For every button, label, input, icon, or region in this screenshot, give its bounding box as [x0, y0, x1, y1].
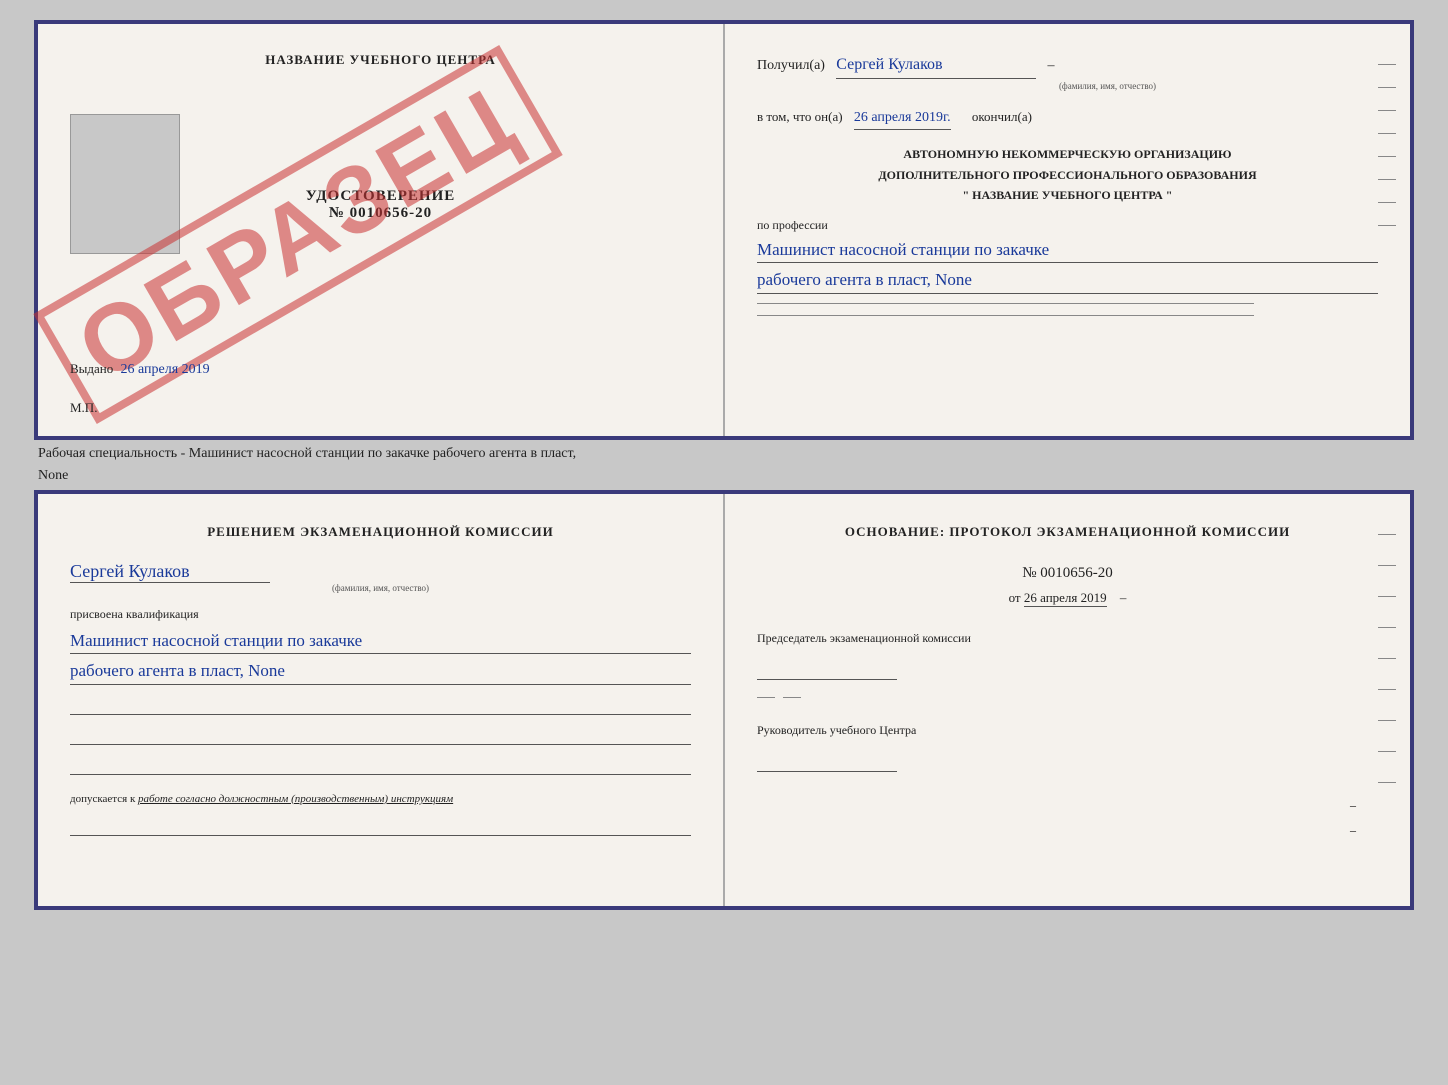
- profession-line1: Машинист насосной станции по закачке: [757, 237, 1378, 264]
- dopusk-text: допускается к работе согласно должностны…: [70, 791, 691, 806]
- top-certificate-spread: НАЗВАНИЕ УЧЕБНОГО ЦЕНТРА ОБРАЗЕЦ УДОСТОВ…: [34, 20, 1414, 440]
- mp-label: М.П.: [70, 400, 97, 416]
- predsedatel-sign-line: [757, 652, 897, 680]
- rukovoditel-sign-line: [757, 744, 897, 772]
- bottom-right-num: № 0010656-20: [757, 565, 1378, 582]
- photo-placeholder: [70, 114, 180, 254]
- predsedatel-label: Председатель экзаменационной комиссии: [757, 628, 1378, 648]
- date-prefix: от: [1009, 590, 1021, 605]
- dash-group-1: [757, 691, 1378, 698]
- cert-bottom-right-panel: Основание: протокол экзаменационной коми…: [725, 494, 1410, 906]
- profession-label: по профессии: [757, 218, 1378, 233]
- bottom-name: Сергей Кулаков: [70, 561, 270, 583]
- fam-label-top: (фамилия, имя, отчество): [837, 79, 1378, 93]
- bottom-date: 26 апреля 2019: [1024, 590, 1107, 607]
- blank-line-4: [70, 814, 691, 836]
- cert-vydano: Выдано 26 апреля 2019: [70, 361, 210, 378]
- kvali-label: присвоена квалификация: [70, 607, 691, 622]
- blank-line-2: [70, 723, 691, 745]
- bottom-certificate-spread: Решением экзаменационной комиссии Сергей…: [34, 490, 1414, 910]
- org-line2: ДОПОЛНИТЕЛЬНОГО ПРОФЕССИОНАЛЬНОГО ОБРАЗО…: [757, 165, 1378, 185]
- vtom-label: в том, что он(a): [757, 109, 843, 124]
- dopusk-work-text: работе согласно должностным (производств…: [138, 793, 453, 805]
- bottom-fam-label: (фамилия, имя, отчество): [70, 583, 691, 593]
- bottom-heading: Решением экзаменационной комиссии: [70, 522, 691, 543]
- predsedatel-block: Председатель экзаменационной комиссии: [757, 628, 1378, 698]
- vydano-date: 26 апреля 2019: [121, 362, 210, 377]
- kvali-line2: рабочего агента в пласт, None: [70, 658, 691, 685]
- cert-right-panel: Получил(a) Сергей Кулаков – (фамилия, им…: [725, 24, 1410, 436]
- right-dashes-bottom: [1378, 534, 1396, 783]
- blank-line-1: [70, 693, 691, 715]
- extra-dashes-right: – –: [757, 798, 1378, 838]
- okonchil-label: окончил(a): [972, 109, 1032, 124]
- vtom-date: 26 апреля 2019г.: [854, 107, 951, 130]
- specialty-text: Рабочая специальность - Машинист насосно…: [34, 446, 1414, 484]
- org-text: АВТОНОМНУЮ НЕКОММЕРЧЕСКУЮ ОРГАНИЗАЦИЮ ДО…: [757, 144, 1378, 205]
- bottom-name-block: Сергей Кулаков (фамилия, имя, отчество): [70, 561, 691, 593]
- cert-school-title: НАЗВАНИЕ УЧЕБНОГО ЦЕНТРА: [70, 52, 691, 68]
- poluchil-label: Получил(a): [757, 58, 825, 73]
- poluchil-line: Получил(a) Сергей Кулаков – (фамилия, им…: [757, 52, 1378, 93]
- rukovoditel-label: Руководитель учебного Центра: [757, 720, 1378, 740]
- rukovoditel-block: Руководитель учебного Центра: [757, 720, 1378, 779]
- cert-bottom-left-panel: Решением экзаменационной комиссии Сергей…: [38, 494, 725, 906]
- org-line3: " НАЗВАНИЕ УЧЕБНОГО ЦЕНТРА ": [757, 185, 1378, 205]
- cert-left-panel: НАЗВАНИЕ УЧЕБНОГО ЦЕНТРА ОБРАЗЕЦ УДОСТОВ…: [38, 24, 725, 436]
- vydano-label: Выдано: [70, 361, 113, 376]
- vtom-line: в том, что он(a) 26 апреля 2019г. окончи…: [757, 107, 1378, 130]
- kvali-line1: Машинист насосной станции по закачке: [70, 628, 691, 655]
- bottom-right-dashes: [757, 300, 1378, 316]
- dopusk-prefix: допускается к: [70, 793, 135, 805]
- org-line1: АВТОНОМНУЮ НЕКОММЕРЧЕСКУЮ ОРГАНИЗАЦИЮ: [757, 144, 1378, 164]
- bottom-right-date: от 26 апреля 2019 –: [757, 590, 1378, 606]
- blank-line-3: [70, 753, 691, 775]
- bottom-right-heading: Основание: протокол экзаменационной коми…: [757, 522, 1378, 543]
- poluchil-name: Сергей Кулаков: [836, 52, 1036, 79]
- profession-line2: рабочего агента в пласт, None: [757, 267, 1378, 294]
- right-dashes: [1378, 64, 1396, 226]
